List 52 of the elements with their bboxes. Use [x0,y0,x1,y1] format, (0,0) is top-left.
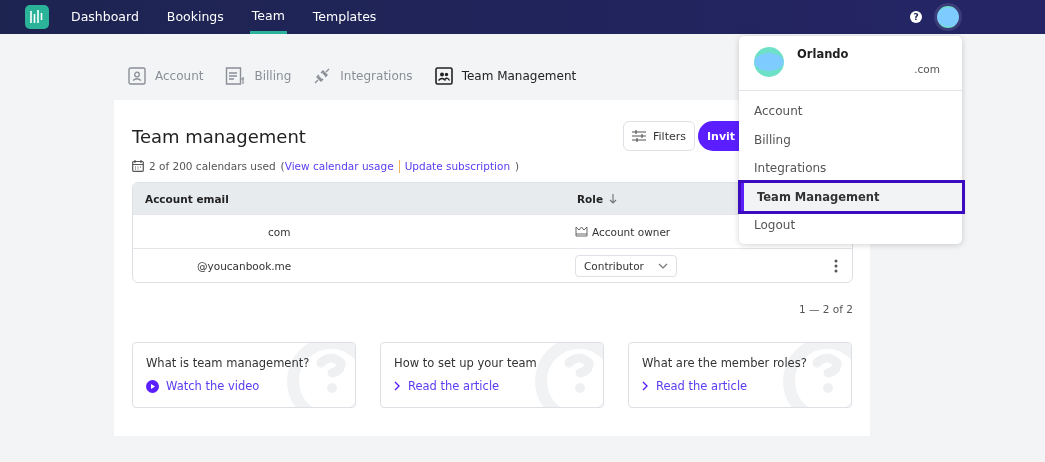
help-card[interactable]: How to set up your team Read the article [380,342,604,408]
people-icon [434,66,453,85]
settings-tab[interactable]: Team Management [434,66,577,85]
role-dropdown[interactable]: Contributor [575,254,677,277]
filters-button[interactable]: Filters [623,121,695,151]
card-title: What are the member roles? [642,356,808,370]
receipt-icon [225,65,246,86]
email-cell-text: com [267,225,291,238]
menu-item[interactable]: Billing [739,125,962,154]
page-title: Team management [132,125,306,147]
menu-item[interactable]: Account [739,97,962,126]
column-header[interactable]: Role [577,192,604,205]
card-title: How to set up your team [394,356,538,370]
menu-item[interactable]: Integrations [739,154,962,183]
user-name: Orlando [797,47,850,61]
chevron-right-icon [394,381,401,391]
sort-arrow-icon[interactable] [609,193,618,204]
avatar[interactable] [934,3,962,31]
help-card[interactable]: What are the member roles? Read the article [628,342,852,408]
view-usage-link[interactable]: View calendar usage [284,160,394,172]
usage-text: 2 of 200 calendars used [149,160,276,172]
help-card[interactable]: What is team management? Watch the video [132,342,356,408]
column-header[interactable]: Account email [133,192,571,205]
chevron-right-icon [642,381,649,391]
nav-item[interactable]: Templates [310,0,379,34]
calendar-icon [132,160,144,172]
role-text: Account owner [592,225,671,238]
plug-icon [313,66,332,85]
card-link[interactable]: Read the article [642,379,748,393]
play-icon [146,379,159,393]
update-subscription-link[interactable]: Update subscription [404,160,511,172]
nav-item[interactable]: Bookings [164,0,226,34]
email-cell-text: @youcanbook.me [196,259,292,272]
card-link[interactable]: Read the article [394,379,500,393]
person-icon [128,66,146,85]
pagination-text: 1 — 2 of 2 [798,303,853,315]
parenthesis: ( [280,160,285,172]
user-email: .com [913,63,940,75]
chevron-down-icon [657,262,668,269]
more-icon[interactable] [834,258,838,273]
menu-item[interactable]: Logout [739,211,962,240]
logo-icon[interactable] [25,5,49,29]
card-link[interactable]: Watch the video [146,379,260,393]
crown-icon [575,226,588,237]
sliders-icon [632,130,646,142]
menu-item[interactable]: Team Management [741,182,962,211]
avatar [754,47,784,77]
nav-item[interactable]: Dashboard [69,0,141,34]
parenthesis: ) [515,160,520,172]
card-title: What is team management? [146,356,311,370]
help-icon[interactable]: ? [910,11,922,23]
nav-item[interactable]: Team [249,0,287,34]
